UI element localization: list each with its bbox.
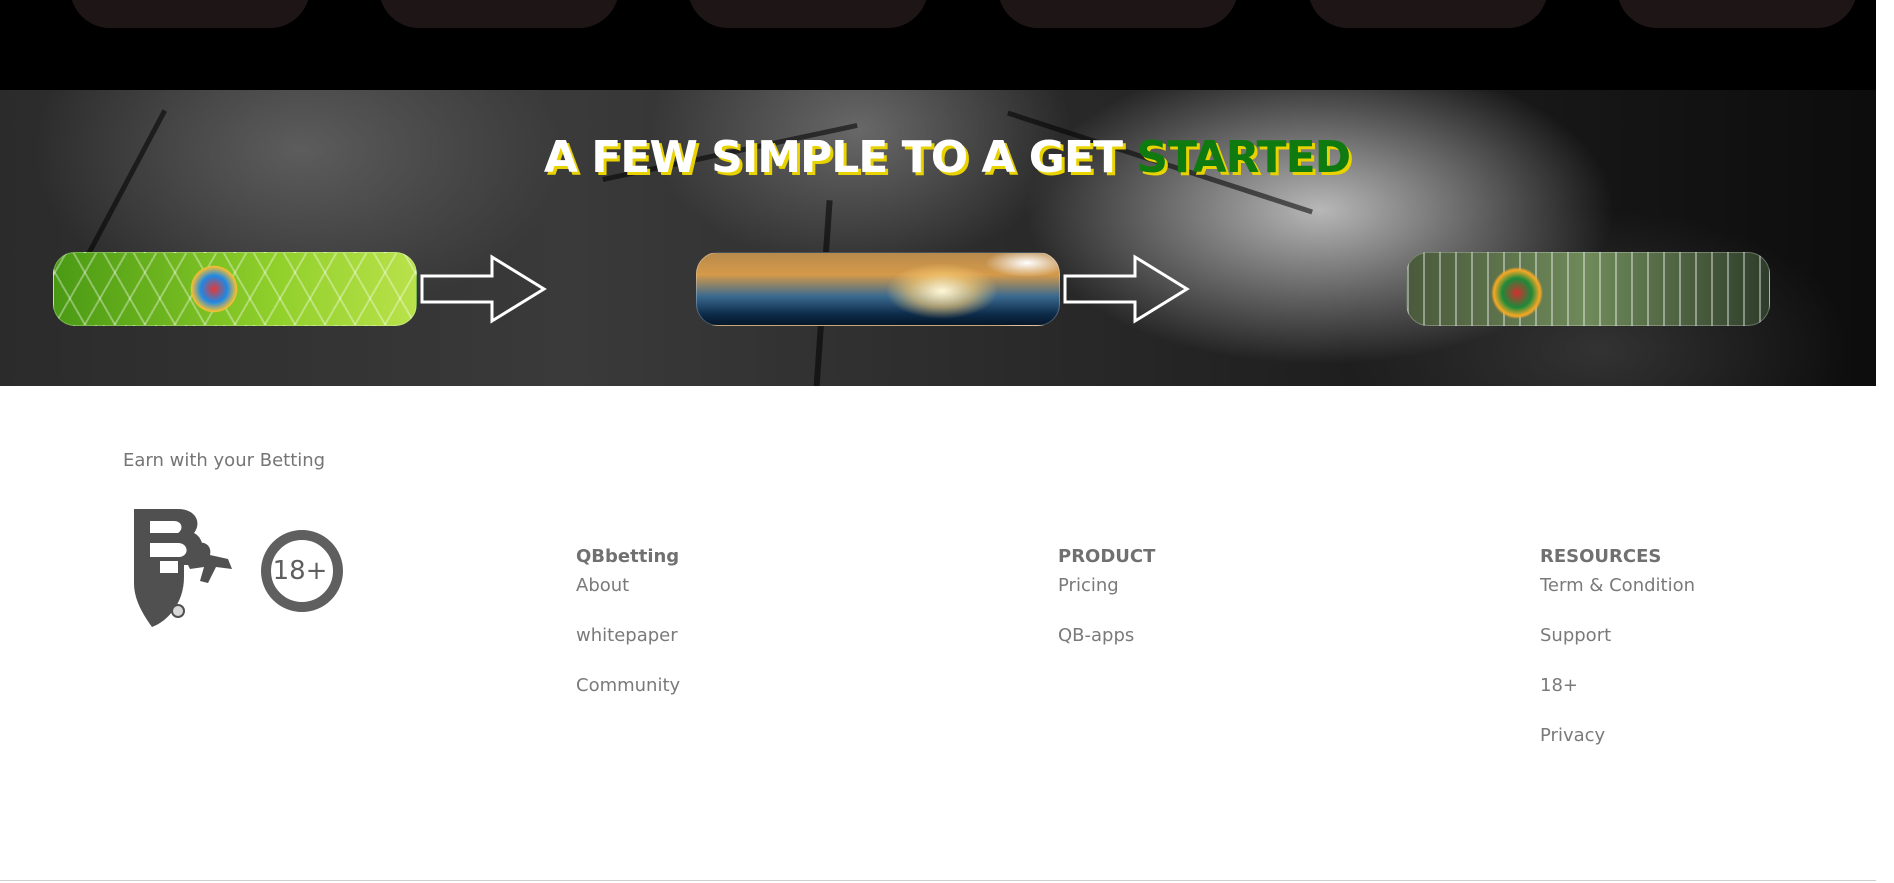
footer-column-heading: RESOURCES <box>1540 546 1662 567</box>
footer-column-product: PRODUCT Pricing QB-apps <box>1058 546 1155 673</box>
footer-column-heading: QBbetting <box>576 546 680 567</box>
hero-title-accent: STARTED <box>1136 132 1351 183</box>
arrow-right-icon <box>420 254 547 324</box>
hero-title: A FEW SIMPLE TO A GET STARTED <box>0 132 1894 183</box>
footer-link-privacy[interactable]: Privacy <box>1540 723 1695 773</box>
footer-link-qb-apps[interactable]: QB-apps <box>1058 623 1155 673</box>
footer-link-about[interactable]: About <box>576 573 680 623</box>
age-restriction-icon: 18+ <box>261 530 343 612</box>
footer-link-community[interactable]: Community <box>576 673 680 723</box>
nav-pill[interactable] <box>1617 0 1857 28</box>
top-nav-band <box>0 0 1894 90</box>
footer-column-qbbetting: QBbetting About whitepaper Community <box>576 546 680 723</box>
footer-link-pricing[interactable]: Pricing <box>1058 573 1155 623</box>
arrow-right-icon <box>1063 254 1190 324</box>
footer-link-18-plus[interactable]: 18+ <box>1540 673 1695 723</box>
footer-column-resources: RESOURCES Term & Condition Support 18+ P… <box>1540 546 1695 773</box>
step-1-image <box>53 252 417 326</box>
step-2-image <box>696 252 1060 326</box>
age-badge-text: 18+ <box>273 556 328 586</box>
footer-link-terms[interactable]: Term & Condition <box>1540 573 1695 623</box>
scrollbar-track[interactable] <box>1876 0 1894 883</box>
footer-column-heading: PRODUCT <box>1058 546 1156 567</box>
nav-pill[interactable] <box>998 0 1238 28</box>
hero-title-main: A FEW SIMPLE TO A GET <box>543 132 1123 183</box>
footer-link-whitepaper[interactable]: whitepaper <box>576 623 680 673</box>
footer-tagline: Earn with your Betting <box>123 450 326 471</box>
getting-started-hero: A FEW SIMPLE TO A GET STARTED <box>0 90 1894 386</box>
footer-link-support[interactable]: Support <box>1540 623 1695 673</box>
qb-logo-icon <box>134 509 232 627</box>
step-3-image <box>1406 252 1770 326</box>
nav-pill[interactable] <box>379 0 619 28</box>
footer-divider <box>0 880 1876 881</box>
nav-pill[interactable] <box>1308 0 1548 28</box>
nav-pill[interactable] <box>688 0 928 28</box>
nav-pill[interactable] <box>70 0 310 28</box>
